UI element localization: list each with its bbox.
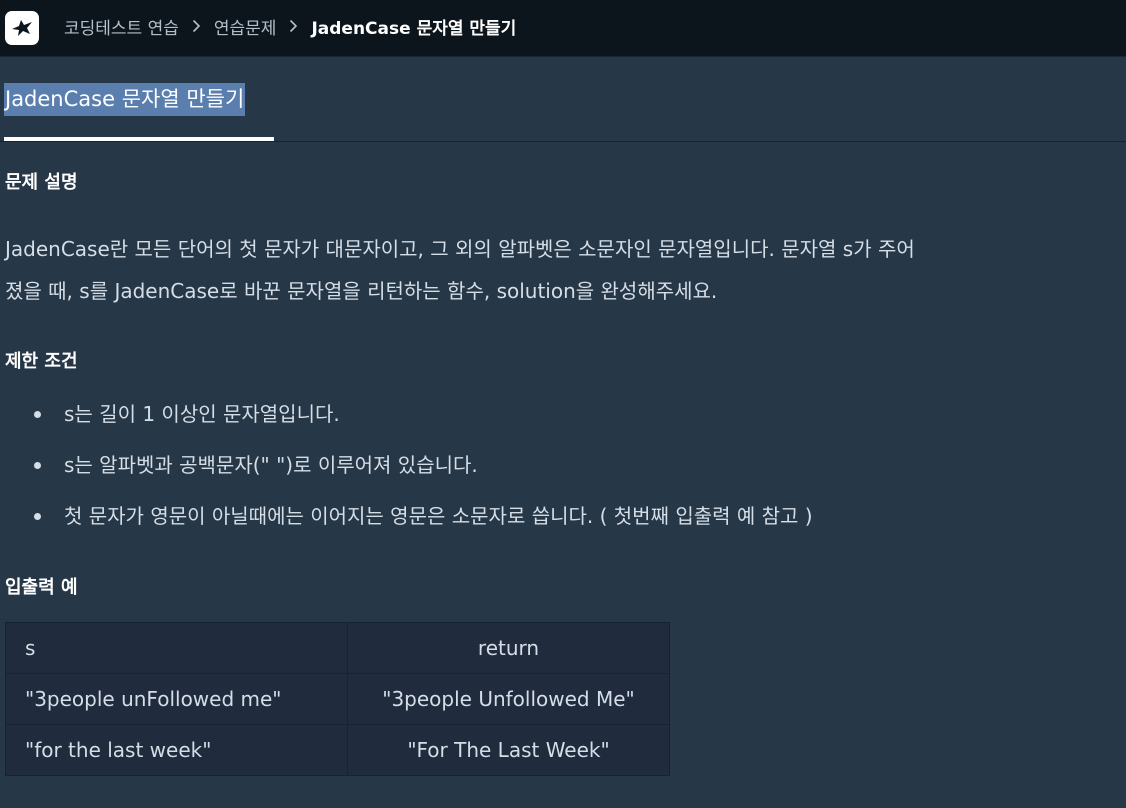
- breadcrumb-item-practice[interactable]: 연습문제: [214, 14, 277, 39]
- constraints-heading: 제한 조건: [5, 351, 78, 372]
- chevron-right-icon: [289, 19, 298, 33]
- description-line: JadenCase란 모든 단어의 첫 문자가 대문자이고, 그 외의 알파벳은…: [5, 237, 915, 261]
- list-item: s는 길이 1 이상인 문자열입니다.: [5, 394, 813, 445]
- description-line: 졌을 때, s를 JadenCase로 바꾼 문자열을 리턴하는 함수, sol…: [5, 279, 718, 303]
- table-header-cell: return: [347, 622, 670, 674]
- bird-logo-icon[interactable]: [5, 11, 39, 45]
- examples-heading: 입출력 예: [5, 577, 78, 598]
- table-header-cell: s: [5, 622, 348, 674]
- description-heading: 문제 설명: [5, 172, 78, 193]
- table-row: "3people unFollowed me" "3people Unfollo…: [5, 673, 670, 725]
- list-item: s는 알파벳과 공백문자(" ")로 이루어져 있습니다.: [5, 445, 813, 496]
- active-tab-indicator: [4, 137, 274, 141]
- table-cell: "for the last week": [5, 724, 348, 776]
- table-header-row: s return: [5, 622, 670, 674]
- list-item: 첫 문자가 영문이 아닐때에는 이어지는 영문은 소문자로 씁니다. ( 첫번째…: [5, 496, 813, 547]
- chevron-right-icon: [192, 19, 201, 33]
- description-text: JadenCase란 모든 단어의 첫 문자가 대문자이고, 그 외의 알파벳은…: [5, 228, 1095, 312]
- io-example-table: s return "3people unFollowed me" "3peopl…: [5, 622, 670, 776]
- breadcrumb: 코딩테스트 연습 연습문제 JadenCase 문자열 만들기: [64, 6, 516, 46]
- table-cell: "3people unFollowed me": [5, 673, 348, 725]
- tab-problem-title[interactable]: JadenCase 문자열 만들기: [4, 83, 246, 116]
- table-row: "for the last week" "For The Last Week": [5, 724, 670, 776]
- breadcrumb-item-coding-test[interactable]: 코딩테스트 연습: [64, 14, 179, 39]
- top-navigation-bar: 코딩테스트 연습 연습문제 JadenCase 문자열 만들기: [0, 0, 1126, 57]
- breadcrumb-current: JadenCase 문자열 만들기: [311, 18, 517, 39]
- tab-bar: JadenCase 문자열 만들기: [0, 57, 1126, 142]
- constraints-list: s는 길이 1 이상인 문자열입니다. s는 알파벳과 공백문자(" ")로 이…: [5, 394, 813, 547]
- table-cell: "3people Unfollowed Me": [347, 673, 670, 725]
- table-cell: "For The Last Week": [347, 724, 670, 776]
